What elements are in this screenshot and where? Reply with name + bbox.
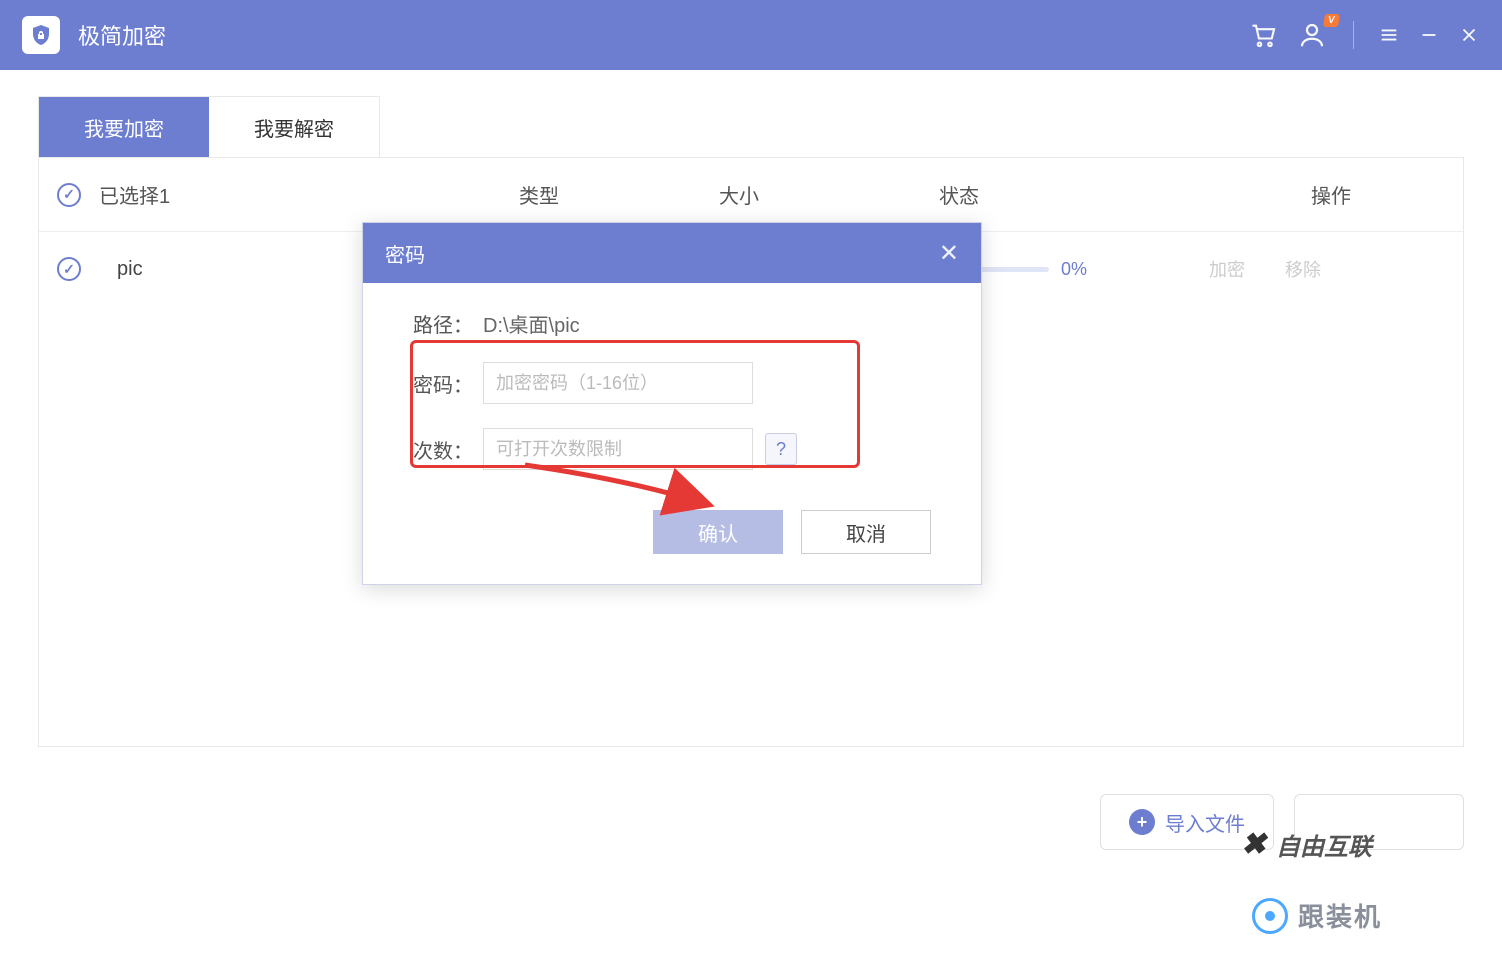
action-remove[interactable]: 移除 — [1285, 256, 1321, 282]
header-operate: 操作 — [1199, 180, 1463, 209]
titlebar-right-group: V — [1249, 18, 1480, 52]
watermark-1: ✖ 自由互联 — [1241, 827, 1372, 862]
password-label: 密码： — [413, 369, 483, 398]
dialog-close-icon[interactable]: ✕ — [939, 239, 959, 268]
help-icon[interactable]: ? — [765, 433, 797, 465]
password-input[interactable] — [483, 362, 753, 404]
confirm-button[interactable]: 确认 — [653, 510, 783, 554]
app-logo — [22, 16, 60, 54]
header-size: 大小 — [719, 180, 939, 209]
header-status: 状态 — [939, 180, 1199, 209]
vip-badge: V — [1323, 14, 1339, 27]
row-actions: 加密 移除 — [1199, 256, 1379, 282]
select-all-checkbox[interactable] — [57, 183, 81, 207]
action-encrypt[interactable]: 加密 — [1209, 256, 1245, 282]
times-input[interactable] — [483, 428, 753, 470]
times-row: 次数： ? — [413, 428, 931, 470]
times-label: 次数： — [413, 435, 483, 464]
dialog-title: 密码 — [385, 239, 939, 268]
path-label: 路径： — [413, 309, 483, 338]
password-dialog: 密码 ✕ 路径： D:\桌面\pic 密码： 次数： ? 确认 取消 — [362, 222, 982, 585]
tab-bar: 我要加密 我要解密 — [38, 96, 380, 157]
header-selected: 已选择1 — [99, 180, 519, 209]
cart-icon[interactable] — [1249, 21, 1277, 49]
tab-encrypt[interactable]: 我要加密 — [39, 97, 209, 157]
menu-icon[interactable] — [1378, 24, 1400, 46]
app-title: 极简加密 — [78, 19, 166, 51]
eye-logo-icon — [1252, 898, 1288, 934]
tab-decrypt[interactable]: 我要解密 — [209, 97, 379, 157]
watermark-2: 跟装机 — [1252, 897, 1382, 934]
dialog-body: 路径： D:\桌面\pic 密码： 次数： ? — [363, 283, 981, 510]
plus-icon: + — [1129, 809, 1155, 835]
dialog-header: 密码 ✕ — [363, 223, 981, 283]
cancel-button[interactable]: 取消 — [801, 510, 931, 554]
divider — [1353, 21, 1354, 49]
path-value: D:\桌面\pic — [483, 309, 580, 338]
row-checkbox[interactable] — [57, 257, 81, 281]
shield-lock-icon — [29, 23, 53, 47]
password-row: 密码： — [413, 362, 931, 404]
dialog-actions: 确认 取消 — [363, 510, 981, 584]
table-header: 已选择1 类型 大小 状态 操作 — [39, 158, 1463, 232]
x-logo-icon: ✖ — [1241, 827, 1266, 862]
close-icon[interactable] — [1458, 24, 1480, 46]
minimize-icon[interactable] — [1418, 24, 1440, 46]
user-icon[interactable]: V — [1295, 18, 1329, 52]
progress-percent: 0% — [1061, 259, 1087, 280]
path-row: 路径： D:\桌面\pic — [413, 309, 931, 338]
import-label: 导入文件 — [1165, 808, 1245, 837]
header-type: 类型 — [519, 180, 719, 209]
titlebar: 极简加密 V — [0, 0, 1502, 70]
